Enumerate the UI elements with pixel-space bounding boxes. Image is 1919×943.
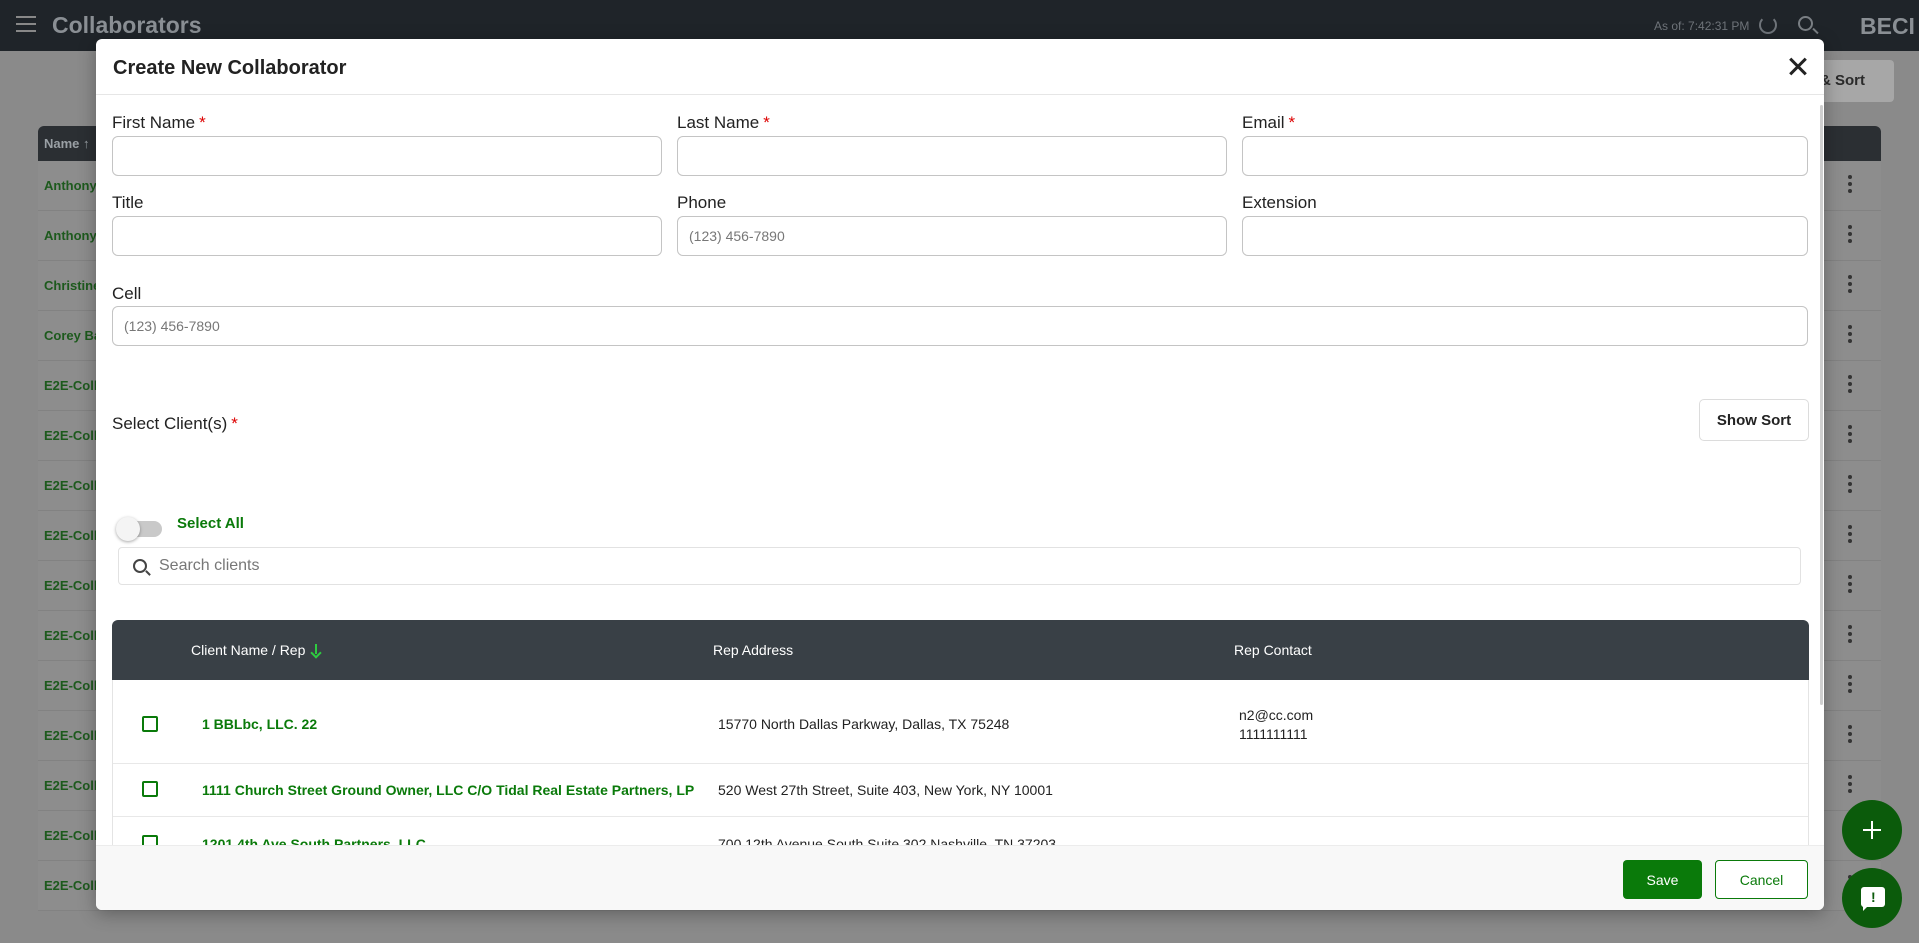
background-row-name: E2E-Coll [44,828,98,843]
more-options-icon [1848,225,1852,243]
background-row-name: E2E-Coll [44,878,98,893]
more-options-icon [1848,675,1852,693]
cell-label: Cell [112,284,142,303]
client-name-link[interactable]: 1111 Church Street Ground Owner, LLC C/O… [202,782,694,798]
brand-logo: BECI [1860,13,1915,39]
select-all-toggle[interactable] [116,517,162,541]
required-marker: * [199,113,206,132]
select-all-label[interactable]: Select All [177,515,244,532]
dialog-title: Create New Collaborator [113,57,347,79]
chat-bubble-icon: ! [1861,887,1885,911]
more-options-icon [1848,275,1852,293]
more-options-icon [1848,525,1852,543]
email-label: Email * [1242,113,1296,132]
rep-contact-column-header[interactable]: Rep Contact [1234,642,1312,658]
background-row-name: E2E-Coll [44,678,98,693]
background-row-name: E2E-Coll [44,378,98,393]
first-name-label: First Name * [112,113,206,132]
rep-address-column-header[interactable]: Rep Address [713,642,793,658]
cell-field[interactable] [112,306,1808,346]
search-icon [133,559,147,573]
client-name-column-header[interactable]: Client Name / Rep [191,642,321,658]
refresh-icon[interactable] [1759,16,1777,34]
last-name-field[interactable] [677,136,1227,176]
dialog-header: Create New Collaborator [96,39,1824,95]
sort-descending-icon [311,644,321,656]
rep-contact: n2@cc.com 1111111111 [1239,706,1313,744]
more-options-icon [1848,325,1852,343]
more-options-icon [1848,725,1852,743]
save-button[interactable]: Save [1623,860,1702,899]
close-icon[interactable] [1787,55,1809,77]
background-row-name: E2E-Coll [44,628,98,643]
phone-field[interactable] [677,216,1227,256]
as-of-timestamp: As of: 7:42:31 PM [1654,19,1750,33]
client-search-input[interactable] [159,548,1779,584]
rep-contact-phone: 1111111111 [1239,726,1308,742]
client-search-box [118,547,1801,585]
background-row-name: Anthony [44,228,97,243]
rep-address: 520 West 27th Street, Suite 403, New Yor… [718,782,1053,798]
extension-label: Extension [1242,193,1317,212]
toggle-knob [116,517,140,541]
title-field[interactable] [112,216,662,256]
add-collaborator-fab [1842,800,1902,860]
extension-field[interactable] [1242,216,1808,256]
select-clients-label: Select Client(s) * [112,414,238,433]
more-options-icon [1848,175,1852,193]
background-row-name: Anthony [44,178,97,193]
background-row-name: Christine [44,278,101,293]
required-marker: * [1288,113,1296,132]
background-row-name: E2E-Coll [44,578,98,593]
more-options-icon [1848,375,1852,393]
show-sort-button[interactable]: Show Sort [1699,399,1809,441]
email-field[interactable] [1242,136,1808,176]
table-row[interactable]: 1 BBLbc, LLC. 22 15770 North Dallas Park… [113,680,1808,764]
row-checkbox[interactable] [142,716,158,732]
more-options-icon [1848,625,1852,643]
background-row-name: Corey Ba [44,328,102,343]
required-marker: * [763,113,770,132]
background-row-name: E2E-Coll [44,728,98,743]
background-row-name: E2E-Coll [44,528,98,543]
background-row-name: E2E-Coll [44,428,98,443]
table-row[interactable]: 1111 Church Street Ground Owner, LLC C/O… [113,764,1808,817]
search-icon[interactable] [1798,16,1813,31]
client-name-link[interactable]: 1 BBLbc, LLC. 22 [202,716,317,732]
background-row-name: E2E-Coll [44,478,98,493]
more-options-icon [1848,575,1852,593]
more-options-icon [1848,775,1852,793]
rep-address: 15770 North Dallas Parkway, Dallas, TX 7… [718,716,1010,732]
first-name-field[interactable] [112,136,662,176]
client-table-header: Client Name / Rep Rep Address Rep Contac… [112,620,1809,680]
required-marker: * [231,414,238,433]
dialog-scrollbar[interactable] [1820,105,1823,705]
page-title: Collaborators [52,12,202,38]
background-name-column-header: Name ↑ [44,136,90,151]
rep-contact-email: n2@cc.com [1239,707,1314,723]
hamburger-menu-icon[interactable] [16,16,36,32]
dialog-footer: Save Cancel [96,845,1824,910]
more-options-icon [1848,425,1852,443]
phone-label: Phone [677,193,727,212]
cancel-button[interactable]: Cancel [1715,860,1808,899]
chat-fab: ! [1842,868,1902,928]
create-collaborator-dialog: Create New Collaborator First Name * Last… [96,39,1824,910]
title-label: Title [112,193,144,212]
more-options-icon [1848,475,1852,493]
background-row-name: E2E-Coll [44,778,98,793]
row-checkbox[interactable] [142,781,158,797]
last-name-label: Last Name * [677,113,770,132]
